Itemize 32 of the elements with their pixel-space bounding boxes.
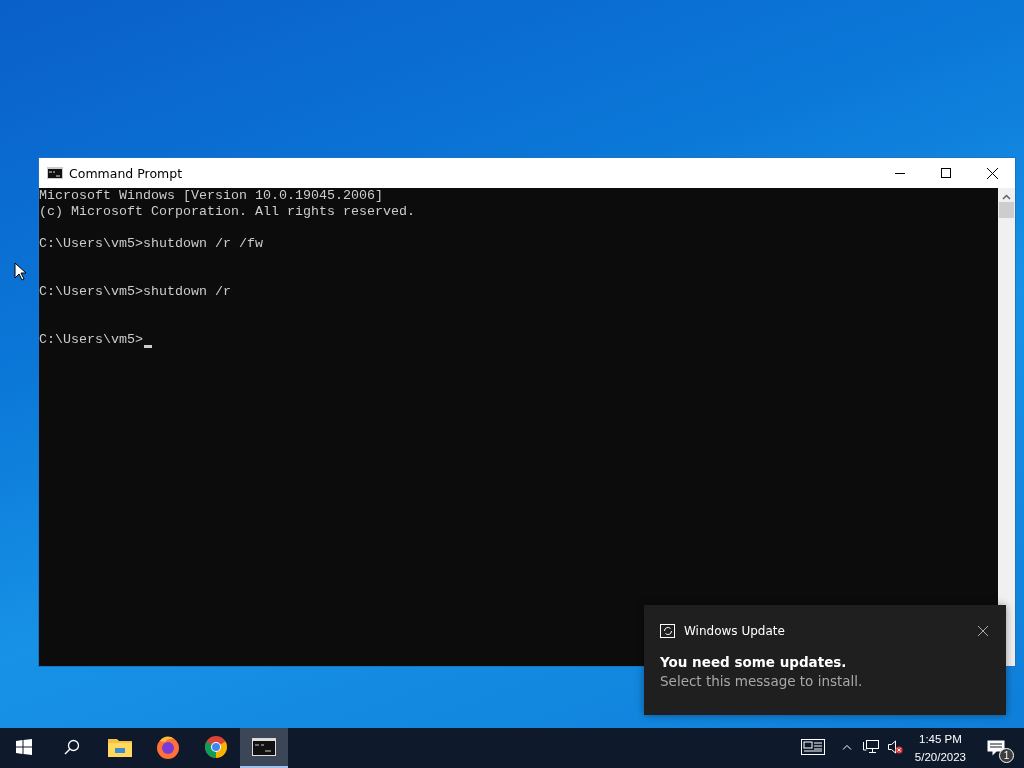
folder-icon: [108, 737, 132, 757]
news-icon: [800, 739, 825, 755]
console-line: Microsoft Windows [Version 10.0.19045.2006]: [39, 188, 383, 204]
action-center-button[interactable]: 1: [974, 728, 1018, 768]
toast-app-name: Windows Update: [684, 624, 786, 638]
search-icon: [64, 739, 80, 755]
toast-message: Select this message to install.: [660, 673, 863, 689]
command-line: C:\Users\vm5>shutdown /r /fw: [39, 236, 263, 252]
command-line: C:\Users\vm5>shutdown /r: [39, 284, 231, 300]
close-icon: [978, 626, 988, 636]
clock[interactable]: 1:45 PM 5/20/2023: [906, 728, 974, 768]
terminal-icon: [252, 738, 276, 756]
terminal-icon: [47, 167, 63, 179]
browser-icon: [204, 735, 228, 759]
close-button[interactable]: [976, 624, 990, 638]
scroll-up-icon[interactable]: [1002, 194, 1011, 200]
notification-toast[interactable]: Windows Update You need some updates. Select this message to install.: [644, 605, 1006, 715]
chevron-up-icon: [841, 744, 852, 750]
maximize-icon: [941, 168, 951, 178]
mouse-pointer-icon: [14, 262, 26, 281]
scrollbar[interactable]: [998, 188, 1015, 666]
message-icon: [987, 740, 1005, 756]
windows-logo-icon: [16, 739, 32, 755]
notification-count: 1: [999, 748, 1014, 763]
window-title: Command Prompt: [69, 165, 184, 181]
command-line: C:\Users\vm5>: [39, 332, 143, 348]
console-line: (c) Microsoft Corporation. All rights reserved.: [39, 204, 415, 220]
browser-icon: [156, 735, 180, 759]
update-icon: [660, 623, 676, 639]
close-icon: [986, 167, 998, 179]
taskbar-app[interactable]: [240, 728, 288, 768]
scroll-thumb[interactable]: [999, 202, 1014, 218]
